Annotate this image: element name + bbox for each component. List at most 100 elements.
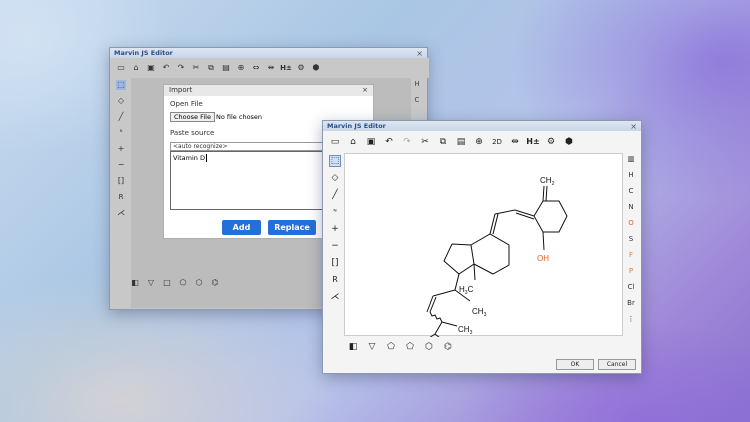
charge-plus-icon[interactable]: +: [329, 223, 341, 235]
info-icon[interactable]: ⬢: [563, 136, 575, 148]
align-icon[interactable]: ⇹: [266, 63, 276, 73]
window-titlebar[interactable]: Marvin JS Editor ×: [323, 121, 641, 131]
chain-tool-icon[interactable]: ᴺ: [116, 128, 126, 138]
add-button[interactable]: Add: [222, 220, 261, 235]
cyclopentane-icon[interactable]: ⬠: [404, 341, 416, 353]
undo-icon[interactable]: ↶: [383, 136, 395, 148]
charge-minus-icon[interactable]: −: [116, 160, 126, 170]
paste-source-label: Paste source: [170, 129, 215, 137]
top-toolbar: ▭ ⌂ ▣ ↶ ↷ ✂ ⧉ ▤ ⊕ 2D ⇹ H± ⚙ ⬢: [323, 131, 641, 153]
cyclobutane-icon[interactable]: □: [162, 278, 172, 288]
window-titlebar[interactable]: Marvin JS Editor ×: [110, 48, 427, 58]
benzene-icon[interactable]: ⌬: [442, 341, 454, 353]
element-c-button[interactable]: C: [629, 187, 634, 195]
shape-toolbar: ◧ ▽ □ ⬠ ⬡ ⌬: [130, 278, 220, 288]
info-icon[interactable]: ⬢: [311, 63, 321, 73]
copy-icon[interactable]: ⧉: [437, 136, 449, 148]
zoom-icon[interactable]: ⊕: [236, 63, 246, 73]
open-file-label: Open File: [170, 100, 203, 108]
benzene-icon[interactable]: ⌬: [210, 278, 220, 288]
element-h-button[interactable]: H: [628, 171, 633, 179]
paste-icon[interactable]: ▤: [221, 63, 231, 73]
shape-toolbar: ◧ ▽ ⬠ ⬠ ⬡ ⌬: [347, 341, 454, 353]
reaction-arrow-icon[interactable]: ⋌: [329, 291, 341, 303]
element-cl-button[interactable]: Cl: [628, 283, 635, 291]
cyclopentane-icon[interactable]: ⬠: [178, 278, 188, 288]
cyclopropane-icon[interactable]: ▽: [146, 278, 156, 288]
copy-icon[interactable]: ⧉: [206, 63, 216, 73]
methyl-bond: [473, 263, 476, 281]
element-o-button[interactable]: O: [628, 219, 634, 227]
select-tool-icon[interactable]: ⬚: [329, 155, 341, 167]
hydrogen-icon[interactable]: H±: [526, 136, 539, 148]
cyclohexane-ring-b: [533, 200, 568, 233]
clean-2d-icon[interactable]: 2D: [491, 136, 503, 148]
element-br-button[interactable]: Br: [627, 299, 635, 307]
save-icon[interactable]: ▣: [365, 136, 377, 148]
cyclobutane-icon[interactable]: ⬠: [385, 341, 397, 353]
cancel-button[interactable]: Cancel: [598, 359, 636, 370]
cut-icon[interactable]: ✂: [419, 136, 431, 148]
ch3-label-branch: CH3: [458, 325, 473, 336]
more-elements-icon[interactable]: ⋮: [628, 315, 635, 323]
template-icon[interactable]: ◧: [347, 341, 359, 353]
cut-icon[interactable]: ✂: [191, 63, 201, 73]
bracket-tool-icon[interactable]: []: [116, 176, 126, 186]
periodic-table-icon[interactable]: ▥: [628, 155, 635, 163]
element-n-button[interactable]: N: [628, 203, 633, 211]
undo-icon[interactable]: ↶: [161, 63, 171, 73]
element-p-button[interactable]: P: [629, 267, 633, 275]
select-tool-icon[interactable]: ⬚: [116, 80, 126, 90]
cyclopropane-icon[interactable]: ▽: [366, 341, 378, 353]
open-folder-icon[interactable]: ⌂: [131, 63, 141, 73]
clean-2d-icon[interactable]: ⇔: [251, 63, 261, 73]
redo-icon[interactable]: ↷: [176, 63, 186, 73]
file-status-text: No file chosen: [216, 113, 263, 121]
element-s-button[interactable]: S: [629, 235, 633, 243]
hydrogen-icon[interactable]: H±: [280, 63, 292, 73]
eraser-icon[interactable]: ◇: [116, 96, 126, 106]
template-icon[interactable]: ◧: [130, 278, 140, 288]
periodic-sidebar: H C: [411, 80, 423, 104]
eraser-icon[interactable]: ◇: [329, 172, 341, 184]
close-icon[interactable]: ×: [362, 86, 368, 95]
element-c-button[interactable]: C: [415, 96, 420, 104]
r-group-icon[interactable]: R: [116, 192, 126, 202]
periodic-sidebar: ▥ H C N O S F P Cl Br ⋮: [624, 155, 638, 323]
cyclohexane-ring-a: [470, 233, 510, 275]
element-f-button[interactable]: F: [629, 251, 633, 259]
r-group-icon[interactable]: R: [329, 274, 341, 286]
ch3-label-chain: CH3: [472, 307, 487, 318]
bracket-tool-icon[interactable]: []: [329, 257, 341, 269]
chain-tool-icon[interactable]: ᴺ: [329, 206, 341, 218]
close-icon[interactable]: ×: [416, 49, 423, 58]
dialog-title: Import: [169, 86, 193, 94]
replace-button[interactable]: Replace: [268, 220, 316, 235]
cyclohexane-icon[interactable]: ⬡: [423, 341, 435, 353]
open-folder-icon[interactable]: ⌂: [347, 136, 359, 148]
reaction-arrow-icon[interactable]: ⋌: [116, 208, 126, 218]
element-h-button[interactable]: H: [414, 80, 419, 88]
settings-icon[interactable]: ⚙: [545, 136, 557, 148]
bond-tool-icon[interactable]: ╱: [329, 189, 341, 201]
close-icon[interactable]: ×: [630, 122, 637, 131]
dialog-titlebar: Import ×: [164, 85, 373, 96]
choose-file-button[interactable]: Choose File: [170, 112, 215, 122]
top-toolbar: ▭ ⌂ ▣ ↶ ↷ ✂ ⧉ ▤ ⊕ ⇔ ⇹ H± ⚙ ⬢: [110, 58, 429, 78]
charge-minus-icon[interactable]: −: [329, 240, 341, 252]
cyclohexane-icon[interactable]: ⬡: [194, 278, 204, 288]
paste-icon[interactable]: ▤: [455, 136, 467, 148]
save-icon[interactable]: ▣: [146, 63, 156, 73]
align-icon[interactable]: ⇹: [509, 136, 521, 148]
bond-tool-icon[interactable]: ╱: [116, 112, 126, 122]
ok-button[interactable]: OK: [556, 359, 594, 370]
source-text: Vitamin D: [173, 154, 205, 162]
zoom-icon[interactable]: ⊕: [473, 136, 485, 148]
editor-canvas[interactable]: OH CH2 H3C CH3 CH3 H3C CH3: [344, 153, 623, 358]
new-document-icon[interactable]: ▭: [329, 136, 341, 148]
settings-icon[interactable]: ⚙: [296, 63, 306, 73]
cyclopentane-ring: [443, 243, 475, 275]
charge-plus-icon[interactable]: +: [116, 144, 126, 154]
new-document-icon[interactable]: ▭: [116, 63, 126, 73]
redo-icon[interactable]: ↷: [401, 136, 413, 148]
